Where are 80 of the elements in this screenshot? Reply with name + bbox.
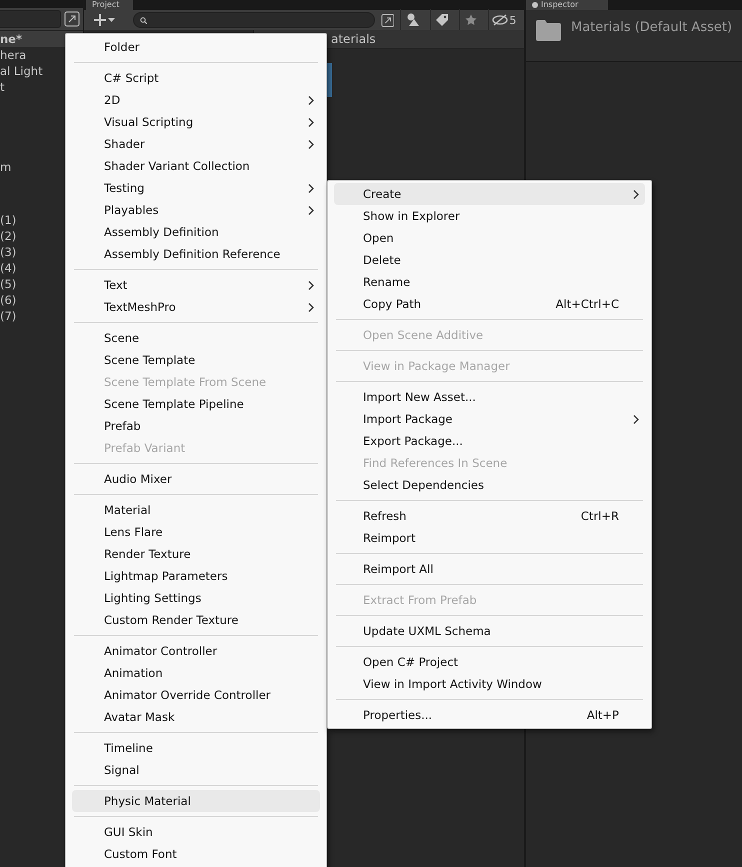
menu-item[interactable]: Animator Override Controller <box>72 684 320 706</box>
expand-icon[interactable] <box>380 12 394 28</box>
asset-title: Materials (Default Asset) <box>571 20 732 35</box>
menu-item[interactable]: Avatar Mask <box>72 706 320 728</box>
menu-item[interactable]: Timeline <box>72 737 320 759</box>
shortcut-label: Ctrl+R <box>580 509 619 523</box>
menu-item[interactable]: Show in Explorer <box>334 205 645 227</box>
menu-item[interactable]: GUI Skin <box>72 821 320 843</box>
menu-item[interactable]: Reimport All <box>334 558 645 580</box>
search-field[interactable] <box>133 12 375 28</box>
caret-icon <box>108 18 115 22</box>
menu-item[interactable]: C# Script <box>72 67 320 89</box>
menu-item[interactable]: Refresh Ctrl+R <box>334 505 645 527</box>
menu-item[interactable]: Custom Render Texture <box>72 609 320 631</box>
menu-item[interactable]: Import Package <box>334 408 645 430</box>
expand-icon[interactable] <box>64 11 80 27</box>
menu-item[interactable]: Open C# Project <box>334 651 645 673</box>
menu-item[interactable]: Prefab <box>72 415 320 437</box>
menu-item[interactable]: Reimport <box>334 527 645 549</box>
menu-item[interactable]: Scene Template <box>72 349 320 371</box>
hierarchy-item[interactable]: (3) <box>0 244 16 260</box>
search-icon <box>140 16 147 24</box>
menu-item[interactable]: Audio Mixer <box>72 468 320 490</box>
menu-item[interactable]: Import New Asset... <box>334 386 645 408</box>
menu-item[interactable]: Signal <box>72 759 320 781</box>
folder-icon <box>536 20 561 41</box>
menu-item[interactable]: Shader Variant Collection <box>72 155 320 177</box>
menu-item[interactable]: Text <box>72 274 320 296</box>
menu-item[interactable]: Material <box>72 499 320 521</box>
menu-item[interactable]: Copy Path Alt+Ctrl+C <box>334 293 645 315</box>
shortcut-label: Alt+P <box>586 708 619 722</box>
breadcrumb[interactable]: aterials <box>331 32 376 46</box>
menu-item[interactable]: Export Package... <box>334 430 645 452</box>
info-icon <box>532 2 538 8</box>
menu-item[interactable]: Scene <box>72 327 320 349</box>
menu-item[interactable]: Render Texture <box>72 543 320 565</box>
menu-item[interactable]: Create <box>334 183 645 205</box>
menu-item[interactable]: Playables <box>72 199 320 221</box>
menu-item[interactable]: Lightmap Parameters <box>72 565 320 587</box>
hidden-count: 5 <box>509 14 516 26</box>
menu-item[interactable]: Rename <box>334 271 645 293</box>
menu-item[interactable]: Select Dependencies <box>334 474 645 496</box>
hierarchy-item[interactable]: hera <box>0 47 26 63</box>
eye-slash-icon[interactable] <box>492 14 508 26</box>
hierarchy-item[interactable]: al Light <box>0 63 43 79</box>
tag-icon[interactable] <box>436 14 448 26</box>
menu-item[interactable]: View in Import Activity Window <box>334 673 645 695</box>
shapes-icon[interactable] <box>406 13 420 27</box>
menu-item[interactable]: Physic Material <box>72 790 320 812</box>
menu-item[interactable]: Testing <box>72 177 320 199</box>
hierarchy-item[interactable]: t <box>0 79 5 95</box>
menu-item[interactable]: Animation <box>72 662 320 684</box>
hierarchy-item[interactable]: (7) <box>0 308 16 324</box>
menu-item[interactable]: Visual Scripting <box>72 111 320 133</box>
hierarchy-item[interactable]: (6) <box>0 292 16 308</box>
hierarchy-item[interactable]: (4) <box>0 260 16 276</box>
menu-item[interactable]: Shader <box>72 133 320 155</box>
menu-item[interactable]: Folder <box>72 36 320 58</box>
menu-item[interactable]: Assembly Definition <box>72 221 320 243</box>
plus-icon <box>94 14 106 26</box>
menu-item[interactable]: Lens Flare <box>72 521 320 543</box>
menu-item[interactable]: TextMeshPro <box>72 296 320 318</box>
menu-item[interactable]: 2D <box>72 89 320 111</box>
hierarchy-item[interactable]: (2) <box>0 228 16 244</box>
search-field[interactable] <box>0 10 61 28</box>
hierarchy-item[interactable]: m <box>0 159 12 175</box>
menu-item[interactable]: Open <box>334 227 645 249</box>
shortcut-label: Alt+Ctrl+C <box>556 297 619 311</box>
hierarchy-item[interactable]: (1) <box>0 212 16 228</box>
menu-item[interactable]: Animator Controller <box>72 640 320 662</box>
menu-item[interactable]: Assembly Definition Reference <box>72 243 320 265</box>
star-icon[interactable] <box>464 14 477 26</box>
menu-item[interactable]: Lighting Settings <box>72 587 320 609</box>
menu-item[interactable]: Scene Template Pipeline <box>72 393 320 415</box>
menu-item[interactable]: Delete <box>334 249 645 271</box>
scene-title: ne* <box>0 32 22 46</box>
hierarchy-item[interactable]: (5) <box>0 276 16 292</box>
menu-item[interactable]: Properties... Alt+P <box>334 704 645 726</box>
menu-item[interactable]: Custom Font <box>72 843 320 865</box>
menu-item[interactable]: Update UXML Schema <box>334 620 645 642</box>
